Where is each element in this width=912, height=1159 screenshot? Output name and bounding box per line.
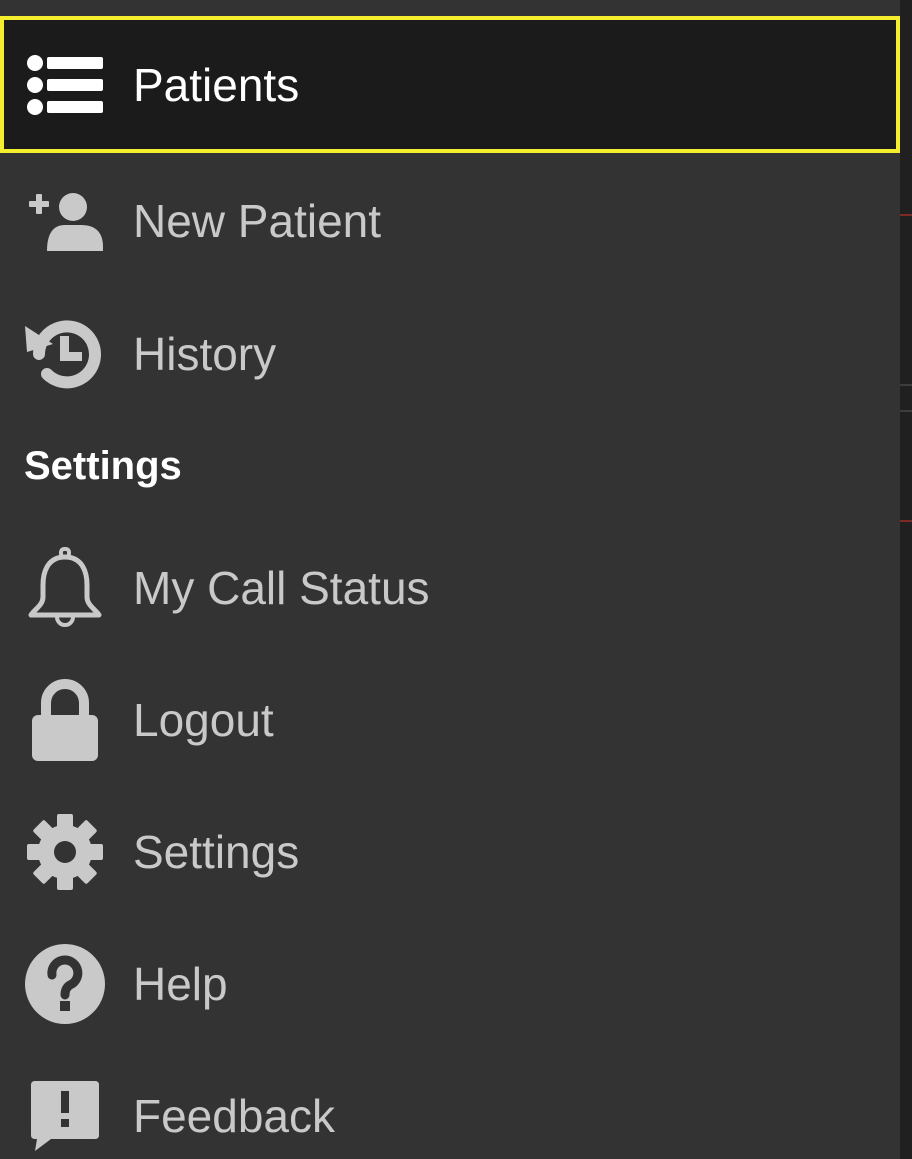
add-user-icon: [24, 180, 106, 262]
menu-item-help[interactable]: Help: [0, 918, 900, 1049]
lock-icon: [24, 678, 106, 761]
menu-item-label: Settings: [133, 825, 300, 878]
menu-item-label: Logout: [133, 693, 274, 746]
background-content: [900, 0, 912, 1159]
list-icon: [24, 44, 106, 126]
navigation-drawer: Patients New Patient History Settings My…: [0, 0, 900, 1159]
menu-item-settings[interactable]: Settings: [0, 786, 900, 917]
menu-item-label: Help: [133, 957, 228, 1010]
menu-item-logout[interactable]: Logout: [0, 654, 900, 785]
menu-item-label: My Call Status: [133, 561, 430, 614]
gear-icon: [24, 811, 106, 893]
menu-item-new-patient[interactable]: New Patient: [0, 155, 900, 286]
menu-item-label: History: [133, 327, 277, 380]
menu-item-label: New Patient: [133, 194, 382, 247]
menu-item-label: Feedback: [133, 1089, 336, 1142]
menu-item-feedback[interactable]: Feedback: [0, 1050, 900, 1159]
settings-section-header: Settings: [24, 444, 182, 488]
menu-item-history[interactable]: History: [0, 288, 900, 419]
app-screen: Patients New Patient History Settings My…: [0, 0, 912, 1159]
bell-icon: [24, 546, 106, 629]
menu-item-my-call-status[interactable]: My Call Status: [0, 522, 900, 653]
menu-item-label: Patients: [133, 58, 300, 111]
background-divider: [900, 520, 912, 522]
background-divider: [900, 410, 912, 412]
feedback-icon: [24, 1075, 106, 1157]
background-divider: [900, 384, 912, 386]
help-icon: [24, 943, 106, 1025]
menu-item-patients[interactable]: Patients: [0, 16, 900, 153]
background-divider: [900, 214, 912, 216]
history-icon: [24, 313, 106, 395]
